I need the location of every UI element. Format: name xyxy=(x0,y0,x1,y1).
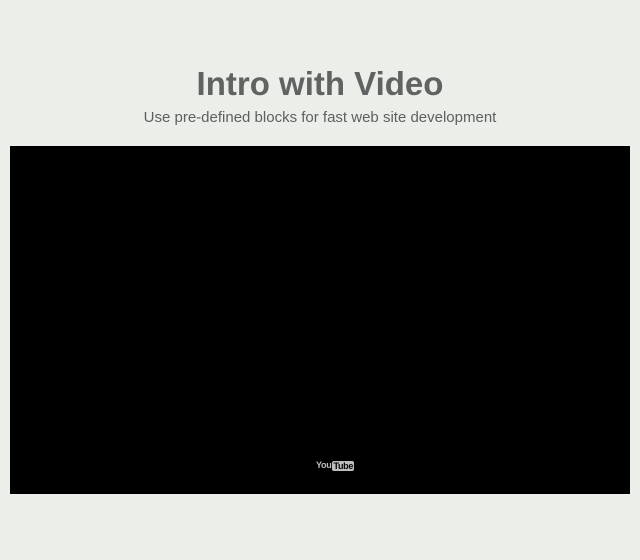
youtube-logo-you: You xyxy=(316,460,332,470)
video-player[interactable]: You Tube xyxy=(10,146,630,494)
page-title: Intro with Video xyxy=(196,65,444,102)
youtube-logo-tube: Tube xyxy=(332,460,355,471)
youtube-logo-icon[interactable]: You Tube xyxy=(316,460,355,471)
page-subtitle: Use pre-defined blocks for fast web site… xyxy=(143,109,497,126)
